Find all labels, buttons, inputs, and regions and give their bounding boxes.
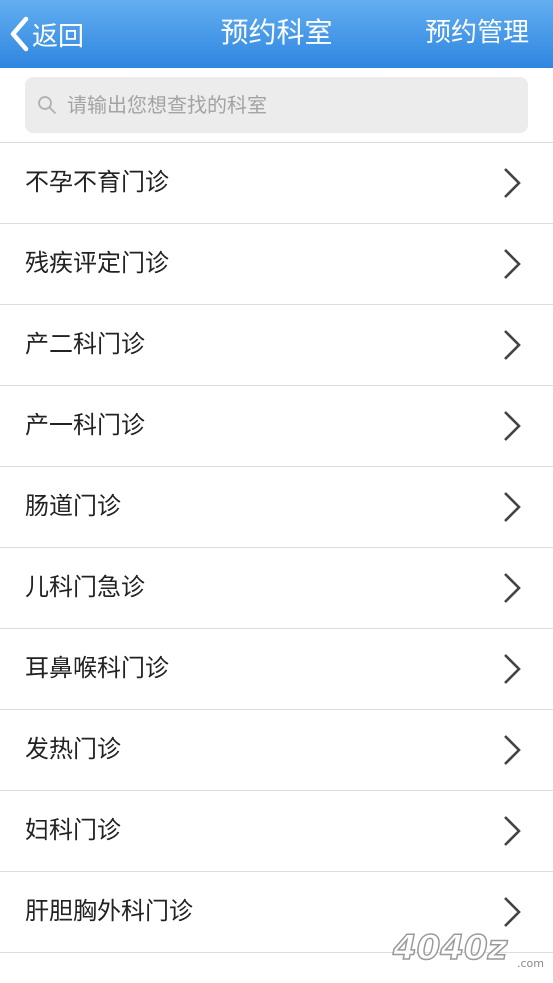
- back-label: 返回: [32, 21, 85, 52]
- chevron-right-icon: [504, 411, 521, 441]
- department-row[interactable]: 不孕不育门诊: [0, 143, 553, 224]
- department-list: 不孕不育门诊 残疾评定门诊 产二科门诊 产一科门诊 肠道门诊 儿科门急诊 耳鼻喉…: [0, 143, 553, 953]
- watermark-logo: 4040z .com: [391, 927, 544, 970]
- department-label: 残疾评定门诊: [25, 249, 169, 277]
- svg-text:.com: .com: [517, 957, 544, 970]
- search-bar: [0, 68, 553, 143]
- search-input[interactable]: [65, 84, 509, 126]
- chevron-right-icon: [504, 330, 521, 360]
- department-label: 耳鼻喉科门诊: [25, 654, 169, 682]
- department-row[interactable]: 发热门诊: [0, 710, 553, 791]
- chevron-right-icon: [504, 168, 521, 198]
- svg-text:4040z: 4040z: [392, 928, 508, 968]
- navigation-bar: 返回 预约科室 预约管理: [0, 0, 553, 68]
- department-label: 发热门诊: [25, 735, 121, 763]
- search-box[interactable]: [25, 77, 528, 133]
- chevron-right-icon: [504, 249, 521, 279]
- department-label: 儿科门急诊: [25, 573, 145, 601]
- search-icon: [38, 96, 56, 114]
- chevron-right-icon: [504, 735, 521, 765]
- department-label: 妇科门诊: [25, 816, 121, 844]
- chevron-right-icon: [504, 816, 521, 846]
- chevron-right-icon: [504, 573, 521, 603]
- department-label: 肠道门诊: [25, 492, 121, 520]
- department-label: 不孕不育门诊: [25, 168, 169, 196]
- department-row[interactable]: 产二科门诊: [0, 305, 553, 386]
- department-label: 肝胆胸外科门诊: [25, 897, 193, 925]
- department-row[interactable]: 残疾评定门诊: [0, 224, 553, 305]
- department-label: 产一科门诊: [25, 411, 145, 439]
- chevron-left-icon: [10, 16, 29, 52]
- department-row[interactable]: 妇科门诊: [0, 791, 553, 872]
- department-row[interactable]: 耳鼻喉科门诊: [0, 629, 553, 710]
- department-row[interactable]: 产一科门诊: [0, 386, 553, 467]
- appointment-management-button[interactable]: 预约管理: [425, 0, 529, 68]
- department-row[interactable]: 儿科门急诊: [0, 548, 553, 629]
- department-label: 产二科门诊: [25, 330, 145, 358]
- department-row[interactable]: 肠道门诊: [0, 467, 553, 548]
- chevron-right-icon: [504, 654, 521, 684]
- chevron-right-icon: [504, 492, 521, 522]
- back-button[interactable]: 返回: [8, 14, 84, 54]
